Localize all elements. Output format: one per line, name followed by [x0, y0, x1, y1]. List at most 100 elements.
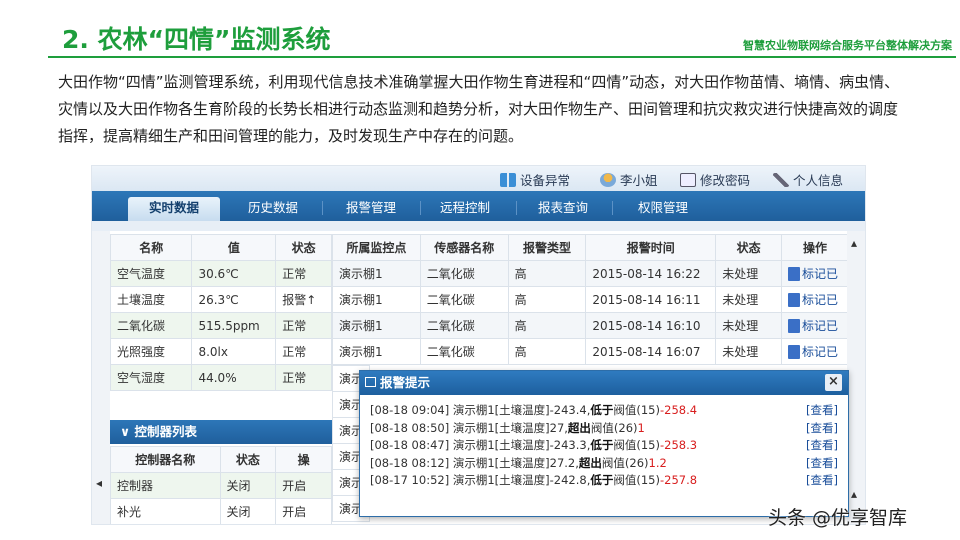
user-icon [600, 172, 616, 187]
view-link[interactable]: [查看] [806, 437, 838, 455]
sensor-status: 正常 [275, 338, 332, 365]
alert-compare: 低于 [590, 438, 614, 452]
alert-time: [08-18 09:04] [370, 403, 450, 417]
view-link[interactable]: [查看] [806, 472, 838, 490]
controller-name[interactable]: 控制器 [110, 472, 221, 499]
controller-status: 关闭 [219, 472, 277, 499]
view-link[interactable]: [查看] [806, 455, 838, 473]
monitor-point: 演示棚1 [332, 260, 421, 287]
tab-separator [322, 201, 323, 215]
mark-handled-link[interactable]: 标记已 [781, 286, 849, 313]
sensor-name: 光照强度 [109, 338, 193, 365]
intro-paragraph: 大田作物“四情”监测管理系统，利用现代信息技术准确掌握大田作物生育进程和“四情”… [58, 73, 900, 145]
sensor-value: 26.3℃ [191, 286, 277, 313]
alarm-status: 未处理 [715, 338, 782, 365]
tab-separator [516, 201, 517, 215]
table-row: 演示棚1 二氧化碳 高 2015-08-14 16:10 未处理 标记已 [332, 312, 849, 339]
sensor-name: 二氧化碳 [419, 286, 509, 313]
sensor-table: 名称 值 状态 空气温度 30.6℃ 正常 土壤温度 26.3℃ 报警↑ 二氧化… [109, 234, 332, 391]
title-divider [48, 56, 956, 58]
mark-handled-link[interactable]: 标记已 [781, 312, 849, 339]
tab-alarm-management[interactable]: 报警管理 [330, 197, 412, 221]
column-header: 所属监控点 [332, 234, 421, 261]
scroll-down-icon[interactable]: ▴ [851, 487, 857, 501]
alarm-time: 2015-08-14 16:22 [585, 260, 717, 287]
alarm-type: 高 [507, 312, 587, 339]
monitor-point: 演示棚1 [332, 312, 421, 339]
column-header: 传感器名称 [419, 234, 509, 261]
controller-enable-button[interactable]: 开启 [275, 498, 332, 524]
column-header: 状态 [219, 446, 277, 473]
controller-list-header[interactable]: ∨ 控制器列表 [110, 420, 332, 444]
change-password-link[interactable]: 修改密码 [680, 170, 750, 189]
column-header: 操 [275, 446, 332, 473]
profile-link[interactable]: 个人信息 [773, 170, 843, 189]
sensor-value: 515.5ppm [191, 312, 277, 339]
column-header: 名称 [109, 234, 193, 261]
alert-message: [08-18 08:50] 演示棚1[土壤温度]27,超出阀值(26)1 [370, 420, 645, 438]
popup-title: 报警提示 [380, 375, 431, 390]
alarm-table: 所属监控点 传感器名称 报警类型 报警时间 状态 操作 演示棚1 二氧化碳 高 … [332, 234, 849, 365]
alert-text: 演示棚1[土壤温度]27, [452, 420, 568, 435]
sensor-value: 8.0lx [191, 338, 277, 365]
device-grid-icon [500, 172, 516, 187]
close-icon[interactable]: × [825, 374, 842, 391]
window-icon [365, 377, 376, 387]
table-header-row: 控制器名称 状态 操 [110, 446, 332, 473]
sensor-name: 二氧化碳 [419, 338, 509, 365]
mark-handled-label: 标记已 [802, 293, 839, 307]
column-header: 状态 [275, 234, 332, 261]
alarm-time: 2015-08-14 16:10 [585, 312, 717, 339]
tab-history-data[interactable]: 历史数据 [232, 197, 314, 221]
alarm-status: 未处理 [715, 286, 782, 313]
alert-time: [08-18 08:47] [370, 438, 450, 452]
alert-time: [08-17 10:52] [370, 473, 450, 487]
mark-handled-link[interactable]: 标记已 [781, 338, 849, 365]
controller-name[interactable]: 补光 [110, 498, 221, 524]
right-scrollbar[interactable]: ▴ ▴ [847, 231, 865, 524]
scroll-up-icon[interactable]: ▴ [851, 236, 857, 250]
alert-text: 演示棚1[土壤温度]27.2, [452, 455, 579, 470]
tab-separator [612, 201, 613, 215]
sensor-name: 二氧化碳 [419, 312, 509, 339]
alert-threshold: 阀值(15) [613, 438, 660, 452]
view-link[interactable]: [查看] [806, 402, 838, 420]
alarm-time: 2015-08-14 16:11 [585, 286, 717, 313]
alert-value: 1 [637, 420, 645, 435]
change-password-label: 修改密码 [700, 173, 751, 188]
sensor-name: 土壤温度 [109, 286, 193, 313]
tab-remote-control[interactable]: 远程控制 [424, 197, 506, 221]
sensor-value: 30.6℃ [191, 260, 277, 287]
device-alarm-link[interactable]: 设备异常 [500, 170, 570, 189]
mark-handled-link[interactable]: 标记已 [781, 260, 849, 287]
table-row: 土壤温度 26.3℃ 报警↑ [109, 286, 332, 313]
alert-text: 演示棚1[土壤温度]-243.3, [452, 438, 591, 452]
alert-item: [08-18 08:50] 演示棚1[土壤温度]27,超出阀值(26)1 [查看… [370, 420, 838, 438]
tab-report-query[interactable]: 报表查询 [522, 197, 604, 221]
alert-list: [08-18 09:04] 演示棚1[土壤温度]-243.4,低于阀值(15)-… [360, 395, 848, 497]
tab-realtime-data[interactable]: 实时数据 [128, 197, 220, 221]
document-icon [788, 292, 800, 307]
left-scrollbar[interactable]: ◂ [92, 231, 110, 524]
main-nav: 实时数据 历史数据 报警管理 远程控制 报表查询 权限管理 [92, 191, 865, 221]
alarm-type: 高 [507, 338, 587, 365]
key-icon [773, 172, 789, 187]
alarm-time: 2015-08-14 16:07 [585, 338, 717, 365]
sensor-status: 正常 [275, 312, 332, 339]
view-link[interactable]: [查看] [806, 420, 838, 438]
device-alarm-label: 设备异常 [520, 173, 571, 188]
alert-message: [08-18 09:04] 演示棚1[土壤温度]-243.4,低于阀值(15)-… [370, 402, 697, 420]
alert-message: [08-17 10:52] 演示棚1[土壤温度]-242.8,低于阀值(15)-… [370, 472, 697, 490]
alert-threshold: 阀值(15) [613, 403, 660, 417]
document-icon [788, 318, 800, 333]
table-row: 空气湿度 44.0% 正常 [109, 364, 332, 391]
alert-text: 演示棚1[土壤温度]-242.8, [452, 473, 591, 487]
mark-handled-label: 标记已 [802, 345, 839, 359]
user-link[interactable]: 李小姐 [600, 170, 658, 189]
scroll-left-arrow-icon[interactable]: ◂ [96, 476, 102, 490]
sensor-name: 二氧化碳 [419, 260, 509, 287]
alert-compare: 低于 [590, 473, 614, 487]
tab-permission-management[interactable]: 权限管理 [618, 197, 708, 221]
alert-item: [08-18 08:47] 演示棚1[土壤温度]-243.3,低于阀值(15)-… [370, 437, 838, 455]
controller-enable-button[interactable]: 开启 [275, 472, 332, 499]
